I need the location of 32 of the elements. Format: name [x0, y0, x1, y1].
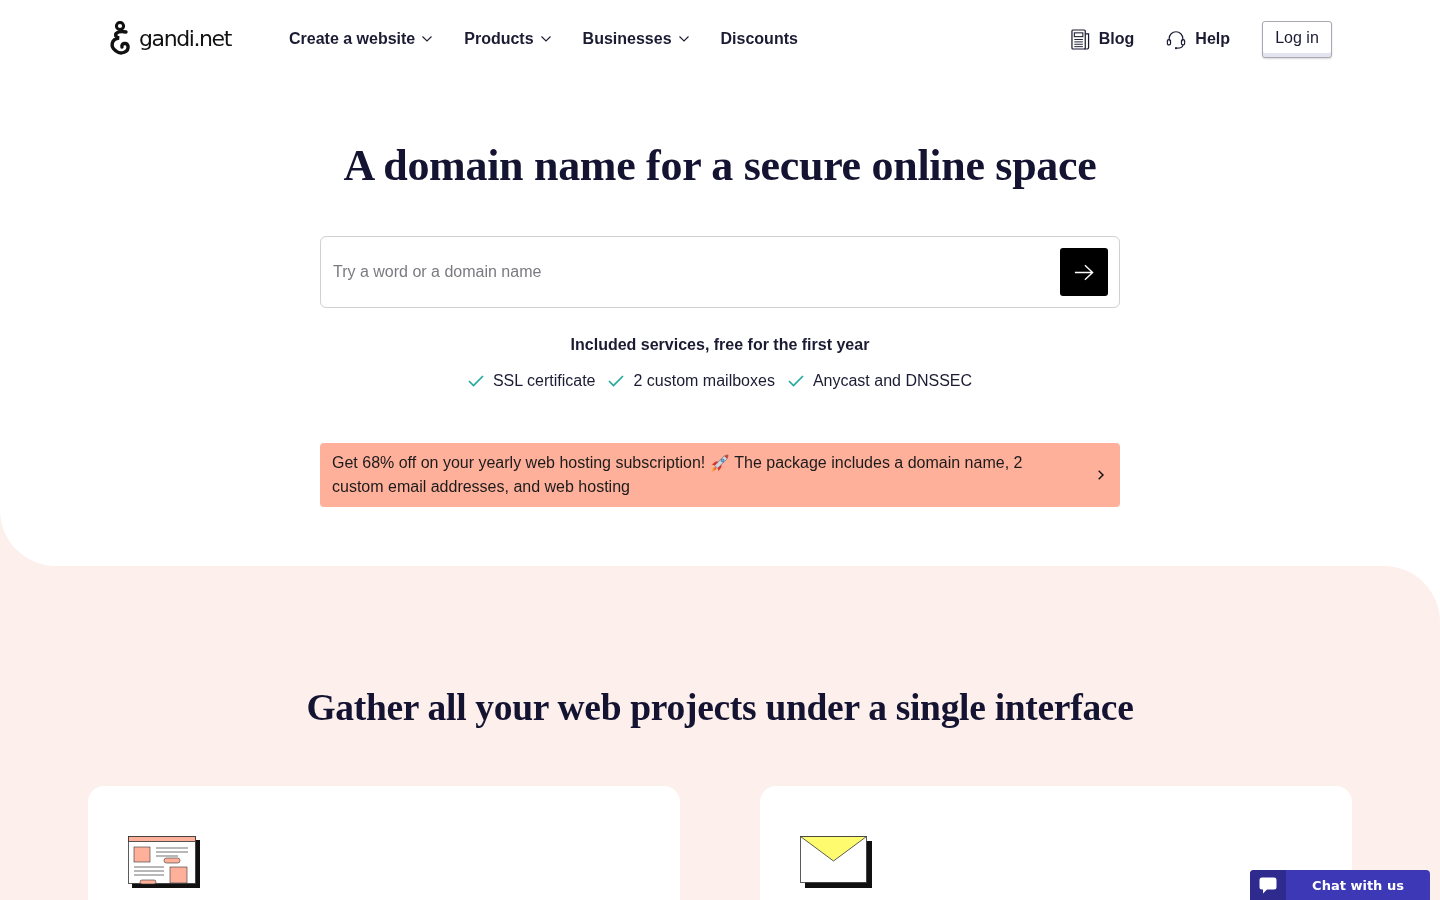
website-layout-illustration-icon: [128, 836, 200, 888]
arrow-right-icon: [1074, 263, 1094, 281]
promo-text: The package includes a domain name, 2: [734, 453, 1023, 473]
hero-heading: A domain name for a secure online space: [343, 140, 1097, 192]
chat-widget-button[interactable]: Chat with us: [1250, 870, 1430, 900]
checkmark-icon: [608, 375, 625, 387]
logo-wordmark[interactable]: gandi.net: [139, 28, 231, 50]
nav-menu-item[interactable]: Products: [464, 30, 551, 48]
included-service-text: 2 custom mailboxes: [633, 371, 775, 391]
nav-menu-item[interactable]: Discounts: [720, 30, 798, 48]
chevron-right-icon: [1098, 470, 1104, 480]
included-services-heading: Included services, free for the first year: [570, 335, 870, 355]
section-heading: Gather all your web projects under a single interface: [306, 686, 1134, 730]
login-button[interactable]: Log in: [1262, 20, 1332, 58]
help-link[interactable]: Help: [1166, 28, 1230, 50]
newspaper-icon: [1070, 28, 1090, 50]
headset-icon: [1166, 28, 1187, 50]
checkmark-icon: [787, 375, 804, 387]
rocket-icon: [710, 453, 730, 473]
promo-banner[interactable]: Get 68% off on your yearly web hosting subscription! The package includes a domain name, 2 custom email addresses, and web hosting: [320, 443, 1120, 507]
included-service-text: Anycast and DNSSEC: [812, 371, 973, 391]
speech-bubble-icon: [1259, 876, 1277, 894]
nav-menu-item[interactable]: Create a website: [288, 30, 433, 48]
included-service-text: SSL certificate: [492, 371, 596, 391]
promo-text: custom email addresses, and web hosting: [332, 477, 630, 497]
blog-link[interactable]: Blog: [1070, 28, 1135, 50]
checkmark-icon: [467, 375, 484, 387]
search-submit-button[interactable]: [1060, 248, 1108, 296]
envelope-icon: [800, 836, 872, 888]
logo-icon[interactable]: [108, 21, 132, 57]
nav-menu-item[interactable]: Businesses: [582, 30, 689, 48]
promo-text: Get 68% off on your yearly web hosting subscription!: [332, 453, 706, 473]
